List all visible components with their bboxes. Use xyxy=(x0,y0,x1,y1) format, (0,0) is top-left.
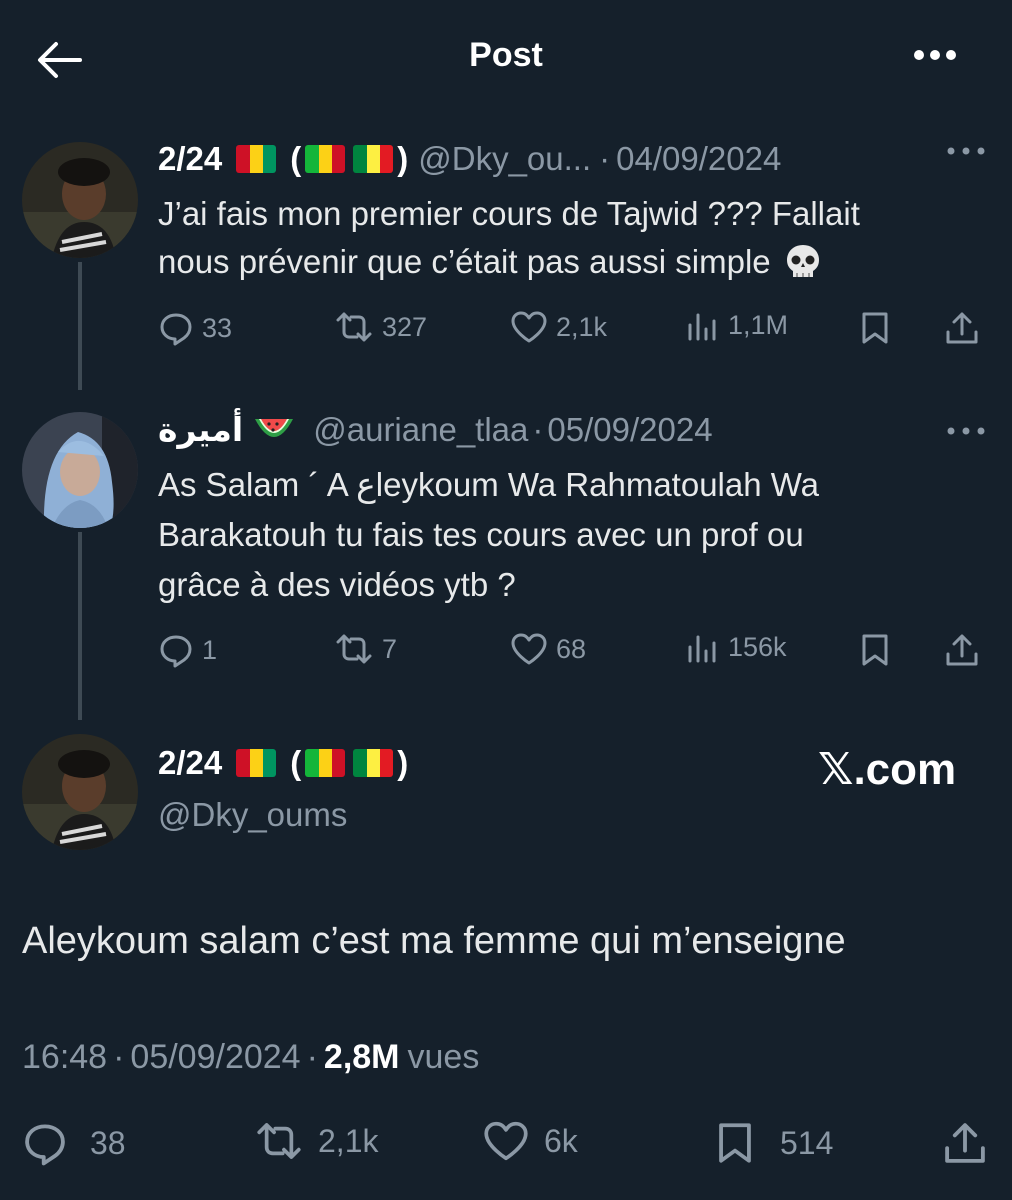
bookmark-icon xyxy=(719,1123,751,1163)
retweet-button[interactable]: 327 xyxy=(334,310,427,344)
reply-button[interactable]: 1 xyxy=(158,632,217,668)
bookmark-count: 514 xyxy=(780,1124,834,1161)
views-icon xyxy=(688,635,716,662)
separator: · xyxy=(532,410,544,448)
paren-close: ) xyxy=(397,140,409,177)
avatar[interactable] xyxy=(22,412,138,528)
user-name[interactable]: أميرة xyxy=(158,410,243,449)
tweet-text-line: nous prévenir que c’était pas aussi simp… xyxy=(158,243,771,280)
separator: · xyxy=(113,1038,125,1076)
tweet-date[interactable]: 05/09/2024 xyxy=(547,411,712,449)
main-tweet-header: 2/24 ( ) xyxy=(158,744,408,782)
retweet-count: 2,1k xyxy=(318,1122,379,1159)
retweet-count: 7 xyxy=(382,633,398,664)
retweet-button[interactable]: 2,1k xyxy=(254,1120,378,1162)
reply-icon xyxy=(160,313,192,346)
tweet-time: 16:48 xyxy=(22,1038,108,1076)
tweet-text: As Salam ´ A عleykoum Wa Rahmatoulah Wa … xyxy=(158,460,819,610)
guinea-flag-icon xyxy=(236,749,277,777)
bookmark-button[interactable]: 514 xyxy=(716,1120,833,1166)
paren-open: ( xyxy=(290,140,302,177)
paren-close: ) xyxy=(397,744,409,781)
watermark: 𝕏.com xyxy=(818,745,957,794)
share-icon xyxy=(946,312,978,344)
more-icon[interactable] xyxy=(912,48,958,62)
like-count: 2,1k xyxy=(556,311,608,342)
views-count: 2,8M xyxy=(323,1038,400,1076)
retweet-icon xyxy=(336,634,372,664)
share-button[interactable] xyxy=(942,1120,988,1166)
views-count: 156k xyxy=(728,632,787,662)
tweet-header: 2/24 ( ) @Dky_ou... · 04/09/2024 xyxy=(158,140,781,178)
like-icon xyxy=(511,311,547,343)
reply-count: 1 xyxy=(202,634,218,665)
reply-icon xyxy=(25,1124,65,1166)
views-button[interactable]: 156k xyxy=(686,632,787,663)
like-count: 68 xyxy=(556,633,587,664)
bookmark-button[interactable] xyxy=(860,632,890,668)
avatar[interactable] xyxy=(22,142,138,258)
like-icon xyxy=(511,633,547,665)
paren-open: ( xyxy=(290,744,302,781)
share-button[interactable] xyxy=(944,632,980,668)
main-tweet-meta: 16:48 · 05/09/2024 · 2,8M vues xyxy=(22,1038,479,1077)
tweet-date: 05/09/2024 xyxy=(130,1038,301,1076)
user-handle[interactable]: @auriane_tlaa xyxy=(313,411,528,449)
reply-count: 38 xyxy=(90,1124,126,1161)
separator: · xyxy=(599,140,611,177)
reply-icon xyxy=(160,635,192,668)
reply-count: 33 xyxy=(202,312,233,343)
like-button[interactable]: 6k xyxy=(482,1120,578,1162)
tweet-text-line: Barakatouh tu fais tes cours avec un pro… xyxy=(158,516,804,553)
user-handle[interactable]: @Dky_ou... xyxy=(418,140,591,178)
page-title: Post xyxy=(469,36,543,74)
watermelon-icon xyxy=(253,415,295,445)
like-button[interactable]: 2,1k xyxy=(510,310,607,344)
retweet-icon xyxy=(336,312,372,342)
tweet-header: أميرة @auriane_tlaa · 05/09/2024 xyxy=(158,410,713,449)
reply-button[interactable]: 38 xyxy=(22,1120,126,1166)
senegal-flag-icon xyxy=(353,749,394,777)
user-handle[interactable]: @Dky_oums xyxy=(158,796,347,834)
tweet-date[interactable]: 04/09/2024 xyxy=(616,140,781,178)
share-button[interactable] xyxy=(944,310,980,346)
mali-flag-icon xyxy=(305,145,346,173)
like-button[interactable]: 68 xyxy=(510,632,586,666)
main-tweet-actions: 38 2,1k 6k 514 xyxy=(22,1120,992,1168)
tweet-text: J’ai fais mon premier cours de Tajwid ??… xyxy=(158,190,860,286)
tweet-actions: 1 7 68 156k xyxy=(158,632,988,672)
user-name[interactable]: 2/24 xyxy=(158,140,222,178)
tweet-text-line: As Salam ´ A عleykoum Wa Rahmatoulah Wa xyxy=(158,466,820,503)
retweet-icon xyxy=(257,1123,301,1159)
views-count: 1,1M xyxy=(728,310,789,340)
tweet-more-icon[interactable] xyxy=(946,426,986,436)
views-button[interactable]: 1,1M xyxy=(686,310,788,341)
tweet-more-icon[interactable] xyxy=(946,146,986,156)
views-icon xyxy=(688,313,716,340)
thread-line xyxy=(78,262,82,390)
avatar[interactable] xyxy=(22,734,138,850)
bookmark-icon xyxy=(862,312,888,344)
share-icon xyxy=(945,1123,985,1163)
main-tweet-text: Aleykoum salam c’est ma femme qui m’ense… xyxy=(22,920,846,962)
like-icon xyxy=(484,1121,528,1161)
thread-line xyxy=(78,532,82,720)
bookmark-icon xyxy=(862,634,888,666)
senegal-flag-icon xyxy=(353,145,394,173)
user-name[interactable]: 2/24 xyxy=(158,744,222,782)
guinea-flag-icon xyxy=(236,145,277,173)
reply-button[interactable]: 33 xyxy=(158,310,232,346)
views-label: vues xyxy=(407,1038,480,1076)
share-icon xyxy=(946,634,978,666)
retweet-count: 327 xyxy=(382,311,428,342)
tweet-actions: 33 327 2,1k 1,1M xyxy=(158,310,988,350)
retweet-button[interactable]: 7 xyxy=(334,632,397,666)
separator: · xyxy=(306,1038,318,1076)
tweet-text-line: J’ai fais mon premier cours de Tajwid ??… xyxy=(158,195,860,232)
skull-icon xyxy=(785,243,821,281)
tweet-text-line: grâce à des vidéos ytb ? xyxy=(158,566,516,603)
mali-flag-icon xyxy=(305,749,346,777)
like-count: 6k xyxy=(544,1122,578,1159)
bookmark-button[interactable] xyxy=(860,310,890,346)
